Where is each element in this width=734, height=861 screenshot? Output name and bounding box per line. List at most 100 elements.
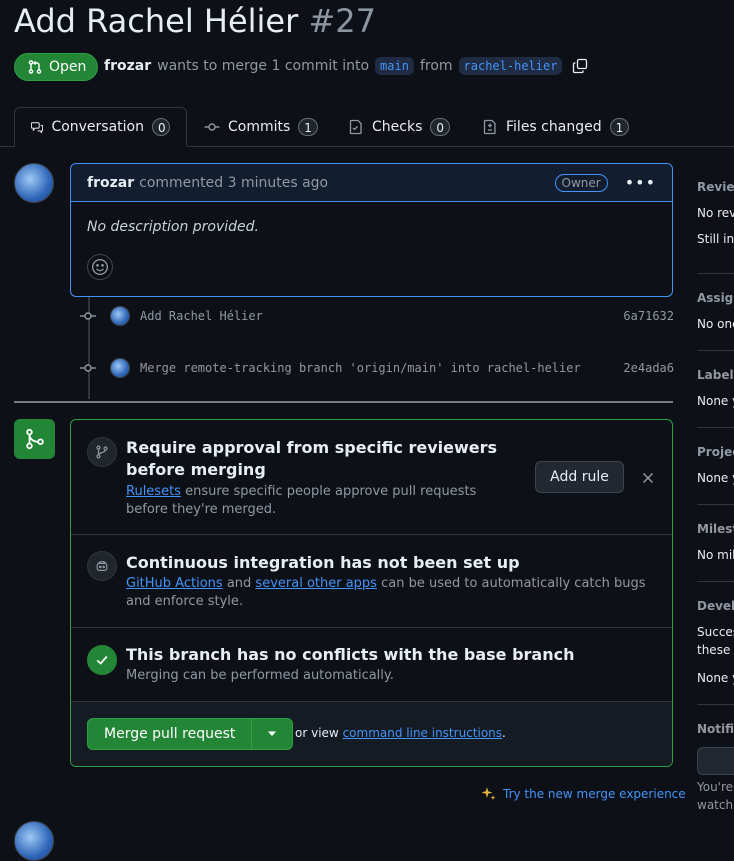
conflicts-title: This branch has no conflicts with the ba… xyxy=(126,645,575,664)
commit-sha[interactable]: 2e4ada6 xyxy=(623,361,674,375)
comment-body: No description provided. xyxy=(87,219,259,235)
ci-title: Continuous integration has not been set … xyxy=(126,553,520,572)
tab-checks-count: 0 xyxy=(430,118,451,136)
add-reaction-button[interactable] xyxy=(87,254,113,280)
status-badge: Open xyxy=(14,53,99,81)
sidebar-divider xyxy=(697,704,734,705)
comment-timestamp: commented 3 minutes ago xyxy=(139,174,329,191)
or-view-label: or view xyxy=(295,726,339,740)
rules-section: Require approval from specific reviewers… xyxy=(71,420,672,535)
try-new-merge-label: Try the new merge experience xyxy=(503,787,686,801)
copilot-icon-wrap xyxy=(87,551,117,581)
other-apps-link[interactable]: several other apps xyxy=(255,576,377,591)
pr-meta-text: wants to merge 1 commit into xyxy=(157,58,370,74)
status-badge-label: Open xyxy=(49,59,87,75)
tab-conversation[interactable]: Conversation 0 xyxy=(14,107,187,147)
command-line-instructions-link[interactable]: command line instructions xyxy=(343,726,502,740)
tab-commits-label: Commits xyxy=(228,119,291,135)
tab-commits[interactable]: Commits 1 xyxy=(188,107,334,147)
sidebar-milestone-label[interactable]: Milest xyxy=(697,522,734,536)
sidebar-development-value: Succes xyxy=(697,625,734,639)
sidebar-development-label[interactable]: Develo xyxy=(697,599,734,613)
tab-commits-count: 1 xyxy=(298,118,318,136)
sidebar-divider xyxy=(697,350,734,351)
tab-checks[interactable]: Checks 0 xyxy=(332,107,466,147)
sidebar-assignees-label[interactable]: Assign xyxy=(697,291,734,305)
comment-header: frozar commented 3 minutes ago Owner ••• xyxy=(71,164,672,202)
comment-discussion-icon xyxy=(31,122,44,134)
list-item: Add Rachel Hélier 6a71632 xyxy=(78,305,674,327)
merge-button-group: Merge pull request xyxy=(87,718,294,750)
comment-author[interactable]: frozar xyxy=(87,175,134,191)
sidebar-development-value-2: these i xyxy=(697,643,734,657)
tab-files-changed-count: 1 xyxy=(609,118,630,136)
copy-icon[interactable] xyxy=(572,58,588,74)
sidebar-reviewers-label[interactable]: Review xyxy=(697,180,734,194)
git-commit-icon xyxy=(204,123,220,131)
commit-avatar[interactable] xyxy=(110,306,130,326)
add-rule-button[interactable]: Add rule xyxy=(535,461,624,493)
sidebar-divider xyxy=(697,427,734,428)
merge-box: Require approval from specific reviewers… xyxy=(70,419,673,767)
sidebar-reviewers-note: Still in xyxy=(697,232,734,246)
avatar[interactable] xyxy=(14,163,54,203)
merge-method-dropdown[interactable] xyxy=(252,719,292,749)
tab-files-changed-label: Files changed xyxy=(506,119,602,135)
pr-title-text: Add Rachel Hélier xyxy=(14,2,299,40)
sidebar-development-value-3: None y xyxy=(697,671,734,685)
smiley-icon xyxy=(92,259,108,275)
check-icon xyxy=(96,655,108,665)
tab-conversation-label: Conversation xyxy=(51,119,144,135)
close-icon[interactable] xyxy=(642,472,654,484)
conflicts-section: This branch has no conflicts with the ba… xyxy=(71,628,672,702)
tab-files-changed[interactable]: Files changed 1 xyxy=(466,107,645,147)
sidebar-milestone-value: No mil xyxy=(697,548,734,562)
check-icon-wrap xyxy=(87,645,117,675)
commit-avatar[interactable] xyxy=(110,358,130,378)
or-view-text: or view command line instructions. xyxy=(295,726,506,740)
try-new-merge-link[interactable]: Try the new merge experience xyxy=(481,786,686,802)
triangle-down-icon xyxy=(268,731,277,736)
pr-title: Add Rachel Hélier #27 xyxy=(14,2,376,40)
sidebar-notifications-value-2: watchi xyxy=(697,798,734,812)
ci-and-text: and xyxy=(226,576,252,591)
merge-pull-request-button[interactable]: Merge pull request xyxy=(88,719,253,749)
sidebar-notifications-value: You're xyxy=(697,780,734,794)
git-commit-icon xyxy=(80,364,96,372)
github-actions-link[interactable]: GitHub Actions xyxy=(126,576,223,591)
subscribe-button[interactable] xyxy=(697,747,734,775)
commit-sha[interactable]: 6a71632 xyxy=(623,309,674,323)
sidebar-assignees-value: No one xyxy=(697,317,734,331)
timeline-divider xyxy=(14,401,673,403)
commit-message[interactable]: Add Rachel Hélier xyxy=(140,309,263,323)
pr-author-link[interactable]: frozar xyxy=(104,58,151,74)
rules-title: Require approval from specific reviewers… xyxy=(126,438,498,479)
ci-desc: GitHub Actions and several other apps ca… xyxy=(126,575,646,611)
owner-badge: Owner xyxy=(554,173,608,192)
merge-footer: Merge pull request or view command line … xyxy=(71,702,672,766)
list-item: Merge remote-tracking branch 'origin/mai… xyxy=(78,357,674,379)
sidebar-labels-value: None y xyxy=(697,394,734,408)
cli-period: . xyxy=(502,726,506,740)
sidebar-divider xyxy=(697,273,734,274)
git-pull-request-icon xyxy=(28,60,42,74)
avatar[interactable] xyxy=(14,821,54,861)
merge-status-icon xyxy=(14,419,55,459)
sidebar-divider xyxy=(697,581,734,582)
sidebar-projects-label[interactable]: Projec xyxy=(697,445,734,459)
sparkle-icon xyxy=(481,787,496,801)
tab-conversation-count: 0 xyxy=(152,118,170,136)
sidebar-reviewers-value: No rev xyxy=(697,206,734,220)
head-branch[interactable]: rachel-helier xyxy=(458,57,563,75)
sidebar-projects-value: None y xyxy=(697,471,734,485)
rules-desc: Rulesets ensure specific people approve … xyxy=(126,483,516,519)
rulesets-link[interactable]: Rulesets xyxy=(126,484,181,499)
checklist-icon xyxy=(349,119,362,135)
kebab-horizontal-icon[interactable]: ••• xyxy=(625,173,656,192)
sidebar-labels-label[interactable]: Labels xyxy=(697,368,734,382)
commit-message[interactable]: Merge remote-tracking branch 'origin/mai… xyxy=(140,361,581,375)
pr-number: #27 xyxy=(308,2,376,40)
git-commit-icon xyxy=(80,312,96,320)
pr-meta: frozar wants to merge 1 commit into main… xyxy=(104,57,588,75)
base-branch[interactable]: main xyxy=(375,57,414,75)
